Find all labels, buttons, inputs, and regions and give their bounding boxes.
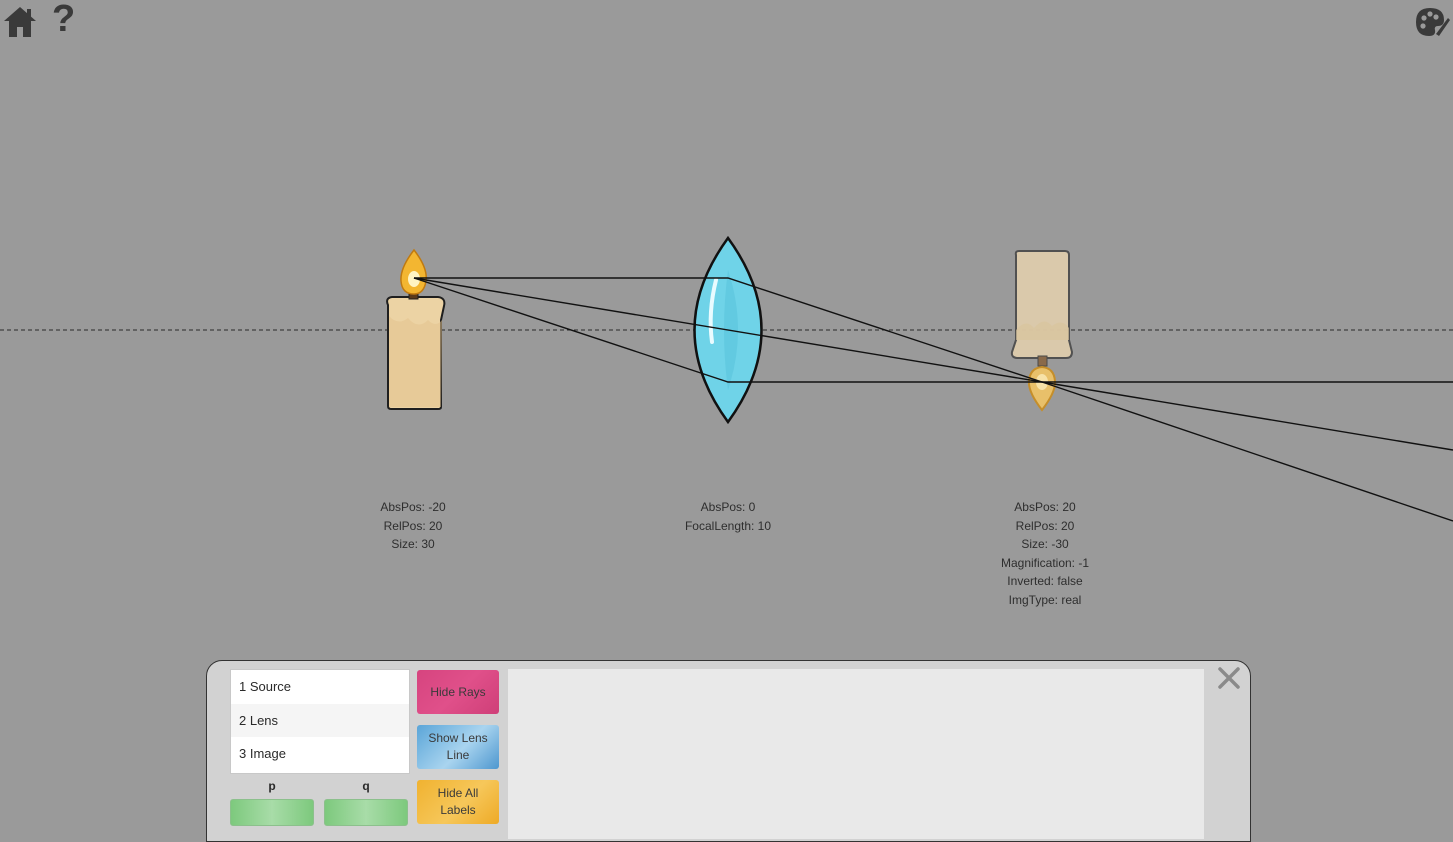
lens-label: AbsPos: 0 FocalLength: 10 xyxy=(685,498,771,535)
lens-abspos: AbsPos: 0 xyxy=(700,500,756,514)
light-rays xyxy=(413,277,1453,522)
image-size: Size: -30 xyxy=(1021,537,1069,551)
control-panel: 1 Source 2 Lens 3 Image p q Hide Rays Sh… xyxy=(206,660,1251,842)
list-item-source[interactable]: 1 Source xyxy=(231,670,409,704)
home-icon[interactable] xyxy=(3,4,37,43)
image-relpos: RelPos: 20 xyxy=(1015,518,1075,533)
hide-all-labels-button[interactable]: Hide All Labels xyxy=(417,780,499,824)
palette-icon[interactable] xyxy=(1414,6,1450,43)
object-list: 1 Source 2 Lens 3 Image xyxy=(230,669,410,774)
p-label: p xyxy=(268,779,276,793)
source-size: Size: 30 xyxy=(391,537,435,551)
source-label: AbsPos: -20 RelPos: 20 Size: 30 xyxy=(380,498,445,554)
source-candle[interactable] xyxy=(386,248,446,410)
q-input[interactable] xyxy=(324,799,408,826)
image-type: ImgType: real xyxy=(1008,592,1082,607)
source-flame xyxy=(400,248,427,295)
image-magnification: Magnification: -1 xyxy=(1000,555,1090,570)
image-label: AbsPos: 20 RelPos: 20 Size: -30 Magnific… xyxy=(1001,498,1089,609)
lens-focal-length: FocalLength: 10 xyxy=(684,518,772,533)
p-input[interactable] xyxy=(230,799,314,826)
hide-rays-button[interactable]: Hide Rays xyxy=(417,670,499,714)
show-lens-line-button[interactable]: Show Lens Line xyxy=(417,725,499,769)
optics-canvas[interactable]: ? AbsPos: -20 RelPos: 20 Size: 30 AbsPos… xyxy=(0,0,1453,842)
help-button[interactable]: ? xyxy=(52,0,75,41)
list-item-lens[interactable]: 2 Lens xyxy=(231,703,409,737)
output-console xyxy=(508,669,1204,839)
image-flame xyxy=(1027,365,1057,412)
close-icon[interactable] xyxy=(1216,665,1242,691)
list-item-image[interactable]: 3 Image xyxy=(231,737,409,771)
q-label: q xyxy=(362,779,370,793)
source-relpos: RelPos: 20 xyxy=(383,518,443,533)
image-inverted: Inverted: false xyxy=(1007,574,1083,588)
source-abspos: AbsPos: -20 xyxy=(380,500,446,514)
image-abspos: AbsPos: 20 xyxy=(1014,500,1076,514)
